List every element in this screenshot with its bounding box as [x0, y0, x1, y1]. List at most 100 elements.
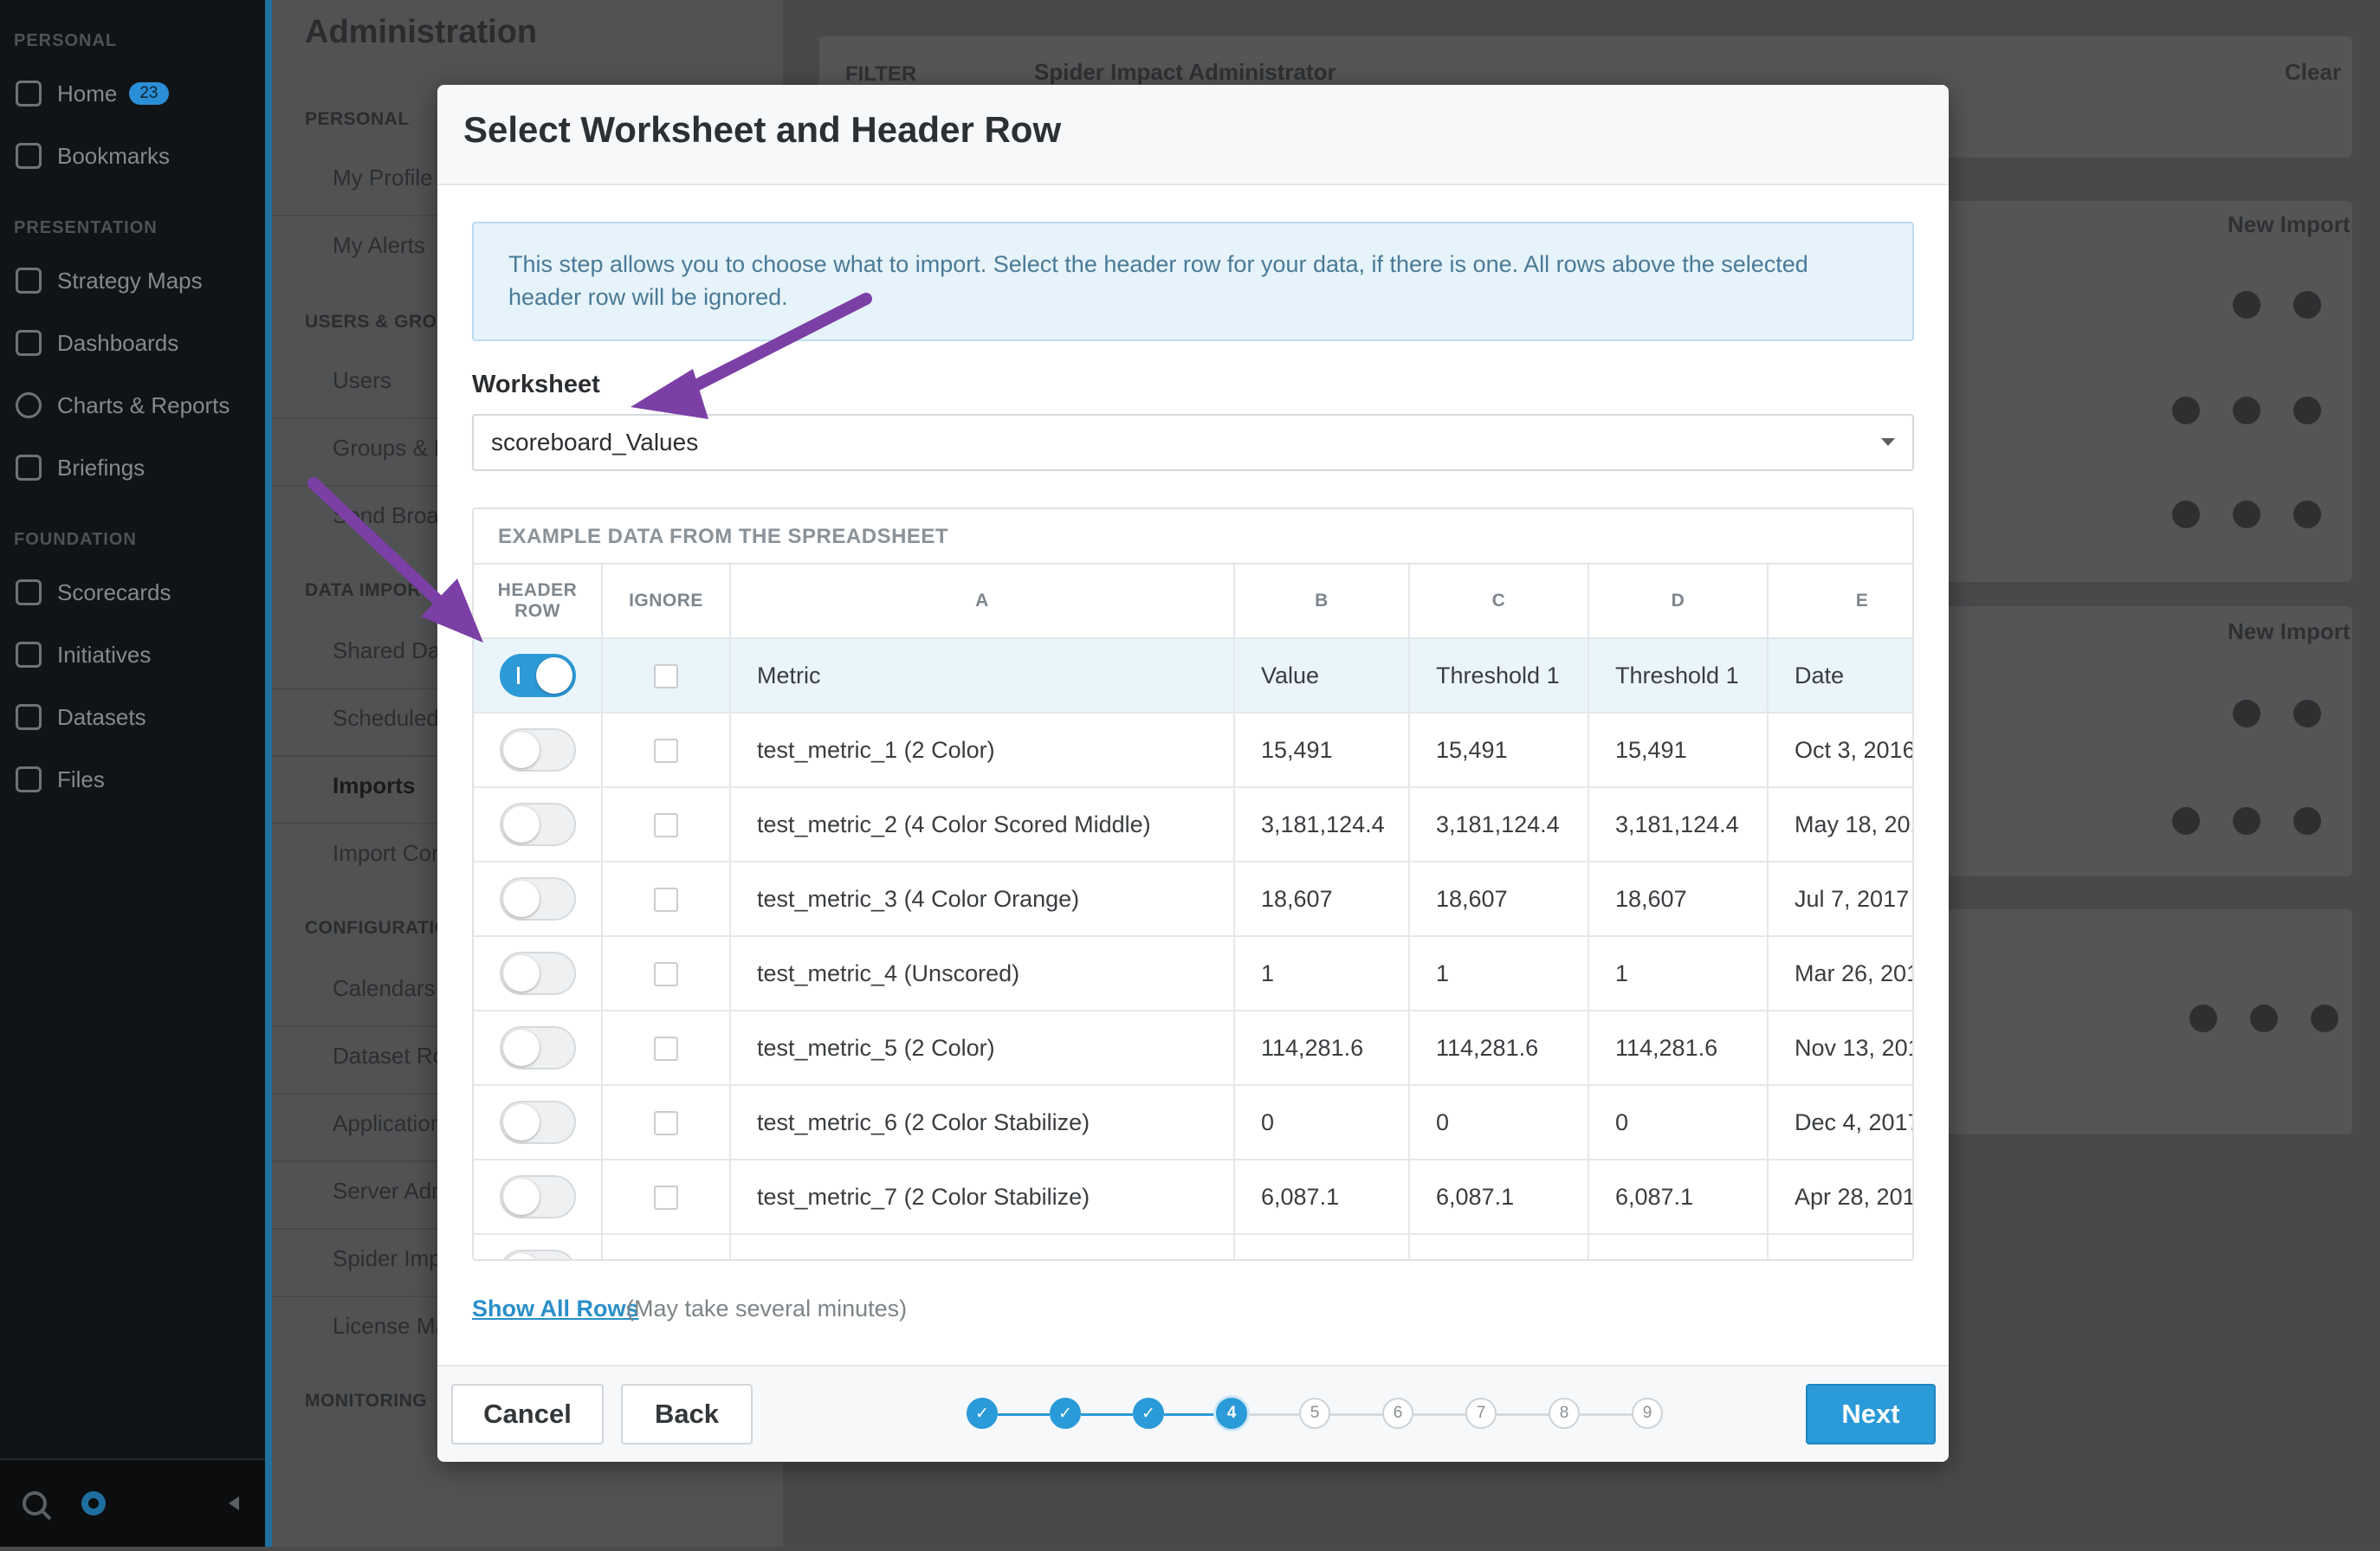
ignore-checkbox[interactable]: [654, 1186, 678, 1211]
cloud-upload-icon[interactable]: [2233, 501, 2260, 528]
chevron-down-icon: [1881, 438, 1895, 446]
sidebar-item-bookmarks[interactable]: Bookmarks: [16, 137, 170, 175]
play-icon[interactable]: [2250, 1005, 2278, 1032]
next-button[interactable]: Next: [1806, 1384, 1936, 1444]
sidebar-item-files[interactable]: Files: [16, 760, 105, 798]
table-row: test_metric_4 (Unscored)111Mar 26, 2019: [474, 936, 1912, 1011]
cell-a: test_metric_4 (Unscored): [730, 936, 1235, 1011]
sidebar-item-home[interactable]: Home 23: [16, 74, 169, 113]
play-icon[interactable]: [2172, 807, 2200, 835]
trash-icon[interactable]: [2293, 807, 2321, 835]
trash-icon[interactable]: [2293, 397, 2321, 424]
filter-value[interactable]: Spider Impact Administrator: [1034, 59, 1336, 86]
play-icon[interactable]: [2233, 291, 2260, 319]
sidebar-item-charts-reports[interactable]: Charts & Reports: [16, 386, 230, 424]
header-row-toggle[interactable]: [499, 1101, 576, 1144]
toggle-on-indicator: [516, 667, 520, 684]
toggle-knob: [502, 955, 540, 992]
ignore-cell: [602, 862, 731, 937]
toggle-knob: [502, 1030, 540, 1066]
ignore-checkbox[interactable]: [654, 813, 678, 838]
gear-icon[interactable]: [81, 1491, 106, 1515]
app-sidebar: PERSONAL Home 23 Bookmarks PRESENTATION …: [0, 0, 265, 1547]
ignore-checkbox[interactable]: [654, 1260, 678, 1261]
sidebar-item-strategy-maps[interactable]: Strategy Maps: [16, 262, 203, 300]
header-row-cell: [474, 936, 603, 1011]
example-data-panel[interactable]: EXAMPLE DATA FROM THE SPREADSHEET HEADER…: [472, 507, 1914, 1261]
sidebar-item-label: Files: [57, 766, 105, 792]
sidebar-item-initiatives[interactable]: Initiatives: [16, 636, 151, 674]
header-row-toggle[interactable]: [499, 952, 576, 995]
header-row-toggle[interactable]: [499, 728, 576, 772]
header-row-toggle[interactable]: [499, 1175, 576, 1218]
ignore-checkbox[interactable]: [654, 1111, 678, 1136]
admin-item-scheduled[interactable]: Scheduled: [333, 705, 439, 732]
cloud-upload-icon[interactable]: [2233, 807, 2260, 835]
download-icon[interactable]: [2311, 1005, 2338, 1032]
admin-item-groups[interactable]: Groups & P: [333, 435, 449, 462]
admin-item-license-manager[interactable]: License Ma: [333, 1313, 448, 1340]
ignore-checkbox[interactable]: [654, 664, 678, 689]
ignore-checkbox[interactable]: [654, 962, 678, 987]
header-row-cell: [474, 1234, 603, 1259]
sidebar-item-briefings[interactable]: Briefings: [16, 449, 145, 487]
table-header-row: HEADER ROW IGNORE A B C D E: [474, 565, 1912, 639]
edit-icon[interactable]: [2189, 1005, 2217, 1032]
cancel-button[interactable]: Cancel: [451, 1384, 604, 1444]
ignore-checkbox[interactable]: [654, 1037, 678, 1062]
stepper-connector: [998, 1413, 1050, 1416]
trash-icon[interactable]: [2293, 291, 2321, 319]
star-icon: [16, 143, 42, 169]
header-row-toggle[interactable]: [499, 654, 576, 697]
header-row-cell: [474, 862, 603, 937]
trash-icon[interactable]: [2293, 700, 2321, 727]
admin-item-send-broadcast[interactable]: Send Broa: [333, 502, 439, 529]
collapse-sidebar-icon[interactable]: [229, 1496, 239, 1510]
worksheet-label: Worksheet: [472, 371, 600, 398]
admin-item-users[interactable]: Users: [333, 367, 391, 394]
trash-icon[interactable]: [2293, 501, 2321, 528]
stepper-connector: [1330, 1413, 1382, 1416]
play-icon[interactable]: [2233, 700, 2260, 727]
admin-item-my-profile[interactable]: My Profile: [333, 165, 433, 191]
cell-c: Threshold 1: [1409, 638, 1589, 714]
book-icon: [16, 455, 42, 481]
ignore-checkbox[interactable]: [654, 888, 678, 913]
cell-a: test_metric_8 (4 Color Blue): [730, 1234, 1235, 1259]
play-icon[interactable]: [2172, 397, 2200, 424]
ignore-checkbox[interactable]: [654, 739, 678, 764]
admin-item-imports[interactable]: Imports: [333, 772, 415, 799]
back-button[interactable]: Back: [621, 1384, 753, 1444]
cloud-upload-icon[interactable]: [2233, 397, 2260, 424]
show-all-rows-link[interactable]: Show All Rows: [472, 1296, 639, 1322]
header-row-toggle[interactable]: [499, 1250, 576, 1259]
sidebar-item-scorecards[interactable]: Scorecards: [16, 573, 171, 611]
header-row-toggle[interactable]: [499, 803, 576, 846]
worksheet-select[interactable]: scoreboard_Values: [472, 414, 1914, 471]
new-import-button[interactable]: New Import: [2228, 618, 2351, 645]
table-row: test_metric_2 (4 Color Scored Middle) 3,1…: [474, 787, 1912, 863]
header-row-toggle[interactable]: [499, 1026, 576, 1070]
admin-item-my-alerts[interactable]: My Alerts: [333, 232, 425, 259]
clear-button[interactable]: Clear: [2285, 59, 2341, 86]
admin-item-dataset-roles[interactable]: Dataset Ro: [333, 1043, 445, 1070]
admin-item-application[interactable]: Application: [333, 1110, 443, 1137]
cube-icon: [16, 704, 42, 730]
wizard-step-7: 7: [1465, 1398, 1497, 1429]
admin-item-calendars[interactable]: Calendars: [333, 975, 436, 1002]
ignore-cell: [602, 1011, 731, 1086]
new-import-button[interactable]: New Import: [2228, 211, 2351, 238]
sidebar-item-dashboards[interactable]: Dashboards: [16, 324, 178, 362]
checkmark-icon: ✓: [975, 1404, 989, 1423]
admin-item-import-connections[interactable]: Import Con: [333, 840, 444, 867]
header-row-toggle[interactable]: [499, 877, 576, 921]
admin-item-shared-data[interactable]: Shared Da: [333, 637, 440, 664]
search-icon[interactable]: [23, 1491, 52, 1521]
play-icon[interactable]: [2172, 501, 2200, 528]
toggle-knob: [502, 1104, 540, 1141]
admin-item-server-admin[interactable]: Server Adm: [333, 1178, 450, 1205]
stepper-connector: [1413, 1413, 1465, 1416]
sidebar-item-datasets[interactable]: Datasets: [16, 698, 146, 736]
admin-item-spider-impact[interactable]: Spider Imp: [333, 1245, 442, 1272]
grid-icon: [16, 579, 42, 605]
